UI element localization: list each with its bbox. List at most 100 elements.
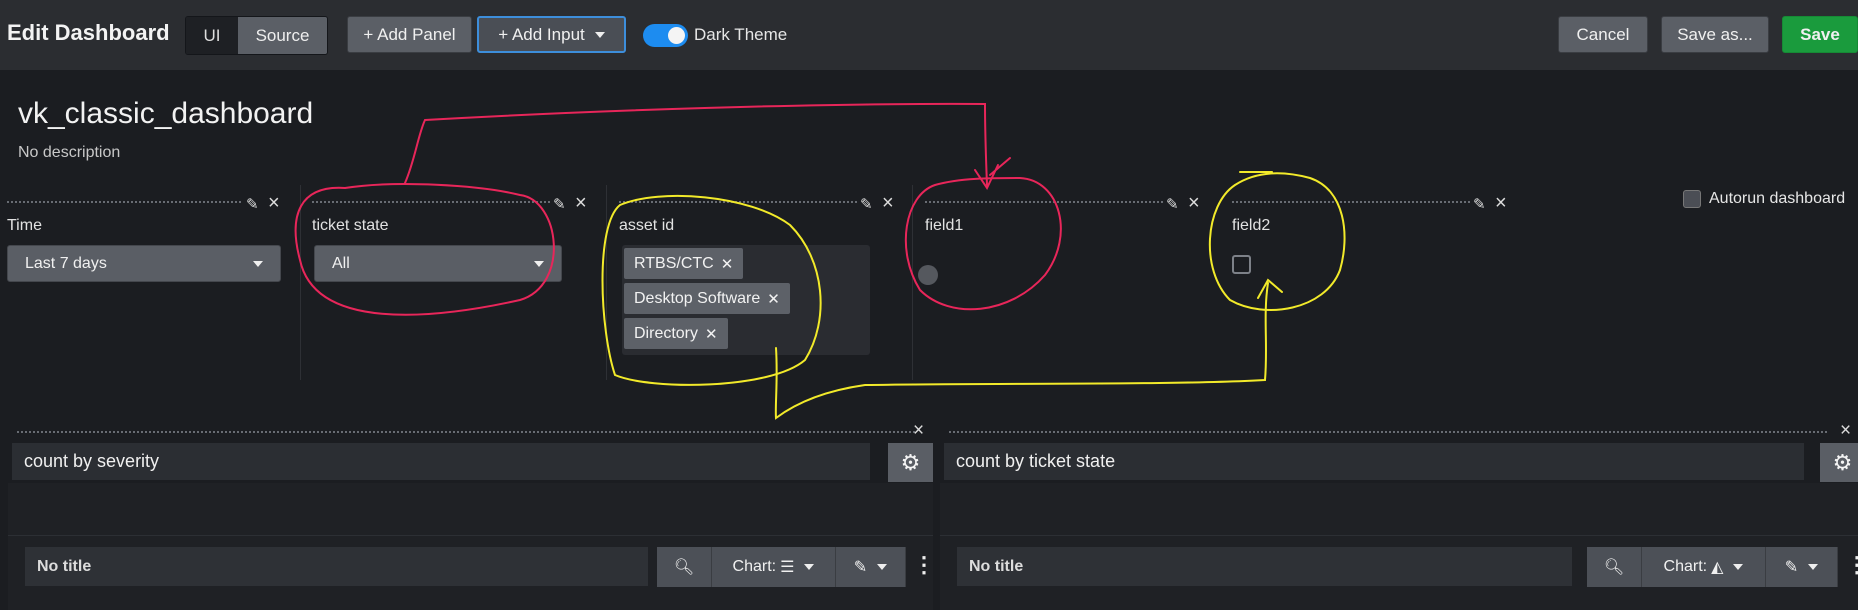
page-title: Edit Dashboard bbox=[7, 20, 170, 45]
chip-label: RTBS/CTC bbox=[634, 254, 714, 272]
field1-radio[interactable] bbox=[918, 265, 938, 285]
bar-chart-icon: ☰ bbox=[780, 559, 795, 576]
add-input-button[interactable]: + Add Input bbox=[477, 16, 626, 53]
close-icon[interactable]: × bbox=[268, 192, 280, 215]
pencil-icon[interactable]: ✎ bbox=[1473, 195, 1486, 213]
pencil-icon[interactable]: ✎ bbox=[1166, 195, 1179, 213]
viz-title-input[interactable]: No title bbox=[957, 547, 1572, 586]
chart-type-button[interactable]: Chart: ☰ bbox=[712, 547, 836, 587]
viz-title-input[interactable]: No title bbox=[25, 547, 648, 586]
close-icon[interactable]: × bbox=[575, 192, 587, 215]
drag-handle[interactable] bbox=[924, 200, 1164, 205]
time-dropdown[interactable]: Last 7 days bbox=[7, 245, 281, 282]
chevron-down-icon bbox=[1733, 564, 1744, 570]
gear-icon[interactable]: ⚙ bbox=[1820, 443, 1858, 482]
panel-count-by-ticket-state: × count by ticket state ⚙ No title 🔍︎ Ch… bbox=[940, 420, 1858, 610]
close-icon[interactable]: × bbox=[1840, 420, 1851, 442]
close-icon[interactable]: × bbox=[913, 420, 924, 442]
remove-icon[interactable]: ✕ bbox=[721, 255, 734, 273]
chevron-down-icon bbox=[534, 261, 544, 267]
chevron-down-icon bbox=[1808, 564, 1819, 570]
format-button[interactable]: ✎ bbox=[836, 547, 906, 587]
divider bbox=[912, 185, 913, 380]
input-field2: ✎ × field2 bbox=[1225, 192, 1525, 385]
divider bbox=[300, 185, 301, 380]
paintbrush-icon: ✎ bbox=[1784, 559, 1799, 576]
close-icon[interactable]: × bbox=[1495, 192, 1507, 215]
chevron-down-icon bbox=[253, 261, 263, 267]
dark-theme-label: Dark Theme bbox=[694, 25, 788, 44]
chevron-down-icon bbox=[804, 564, 815, 570]
chart-label: Chart: bbox=[1663, 558, 1708, 575]
toggle-knob bbox=[668, 27, 685, 44]
divider bbox=[8, 535, 933, 536]
divider bbox=[940, 535, 1858, 536]
search-button[interactable]: 🔍︎ bbox=[657, 547, 712, 587]
save-as-button[interactable]: Save as... bbox=[1661, 16, 1769, 53]
add-panel-button[interactable]: + Add Panel bbox=[347, 16, 472, 53]
format-button[interactable]: ✎ bbox=[1766, 547, 1838, 587]
dropdown-value: All bbox=[332, 254, 350, 272]
input-label: ticket state bbox=[312, 217, 389, 234]
remove-icon[interactable]: ✕ bbox=[705, 325, 718, 343]
pencil-icon[interactable]: ✎ bbox=[553, 195, 566, 213]
drag-handle[interactable] bbox=[6, 200, 241, 205]
paintbrush-icon: ✎ bbox=[853, 559, 868, 576]
autorun-checkbox[interactable] bbox=[1683, 190, 1701, 208]
dashboard-description[interactable]: No description bbox=[18, 144, 120, 162]
asset-id-multiselect[interactable]: RTBS/CTC ✕ Desktop Software ✕ Directory ✕ bbox=[622, 245, 870, 355]
close-icon[interactable]: × bbox=[882, 192, 894, 215]
cancel-button[interactable]: Cancel bbox=[1558, 16, 1648, 53]
chevron-down-icon bbox=[594, 31, 605, 38]
drag-handle[interactable] bbox=[16, 430, 916, 435]
drag-handle[interactable] bbox=[948, 430, 1828, 435]
dropdown-value: Last 7 days bbox=[25, 254, 107, 272]
top-toolbar: Edit Dashboard UI Source + Add Panel + A… bbox=[0, 0, 1858, 70]
gear-icon[interactable]: ⚙ bbox=[888, 443, 933, 482]
chip-label: Directory bbox=[634, 324, 699, 342]
chevron-down-icon bbox=[877, 564, 888, 570]
ui-tab[interactable]: UI bbox=[186, 17, 238, 54]
panel-title-input[interactable]: count by ticket state bbox=[944, 443, 1804, 480]
ticket-state-dropdown[interactable]: All bbox=[314, 245, 562, 282]
chip-rtbs-ctc: RTBS/CTC ✕ bbox=[624, 248, 744, 279]
chip-desktop-software: Desktop Software ✕ bbox=[624, 283, 790, 314]
chip-label: Desktop Software bbox=[634, 289, 761, 307]
drag-handle[interactable] bbox=[1231, 200, 1471, 205]
dark-theme-toggle[interactable] bbox=[643, 24, 688, 47]
divider bbox=[606, 185, 607, 380]
drag-handle[interactable] bbox=[618, 200, 858, 205]
remove-icon[interactable]: ✕ bbox=[767, 290, 780, 308]
input-label: field1 bbox=[925, 217, 964, 234]
mode-toggle: UI Source bbox=[185, 16, 328, 55]
pencil-icon[interactable]: ✎ bbox=[246, 195, 259, 213]
search-icon: 🔍︎ bbox=[673, 559, 695, 576]
drag-handle[interactable] bbox=[311, 200, 551, 205]
source-tab[interactable]: Source bbox=[238, 17, 327, 54]
input-label: Time bbox=[7, 217, 42, 234]
add-input-label: + Add Input bbox=[498, 24, 585, 44]
save-button[interactable]: Save bbox=[1782, 16, 1858, 53]
input-field1: ✎ × field1 bbox=[918, 192, 1218, 385]
chip-directory: Directory ✕ bbox=[624, 318, 728, 349]
chart-label: Chart: bbox=[732, 558, 777, 575]
search-icon: 🔍︎ bbox=[1603, 559, 1625, 576]
area-chart-icon: ◭ bbox=[1711, 559, 1724, 576]
field2-checkbox[interactable] bbox=[1232, 255, 1251, 274]
input-label: field2 bbox=[1232, 217, 1271, 234]
more-options-icon[interactable]: ⋮ bbox=[1846, 552, 1858, 578]
red-connector-arrow bbox=[404, 102, 988, 186]
input-time: ✎ × Time Last 7 days bbox=[0, 192, 295, 385]
more-options-icon[interactable]: ⋮ bbox=[913, 552, 935, 578]
autorun-label: Autorun dashboard bbox=[1709, 190, 1846, 207]
red-arrowhead bbox=[974, 157, 1011, 191]
panel-title-input[interactable]: count by severity bbox=[12, 443, 870, 480]
panel-count-by-severity: × count by severity ⚙ No title 🔍︎ Chart:… bbox=[8, 420, 935, 610]
chart-type-button[interactable]: Chart: ◭ bbox=[1642, 547, 1766, 587]
input-label: asset id bbox=[619, 217, 675, 234]
search-button[interactable]: 🔍︎ bbox=[1587, 547, 1642, 587]
dashboard-title[interactable]: vk_classic_dashboard bbox=[18, 97, 313, 131]
close-icon[interactable]: × bbox=[1188, 192, 1200, 215]
pencil-icon[interactable]: ✎ bbox=[860, 195, 873, 213]
input-ticket-state: ✎ × ticket state All bbox=[305, 192, 600, 385]
